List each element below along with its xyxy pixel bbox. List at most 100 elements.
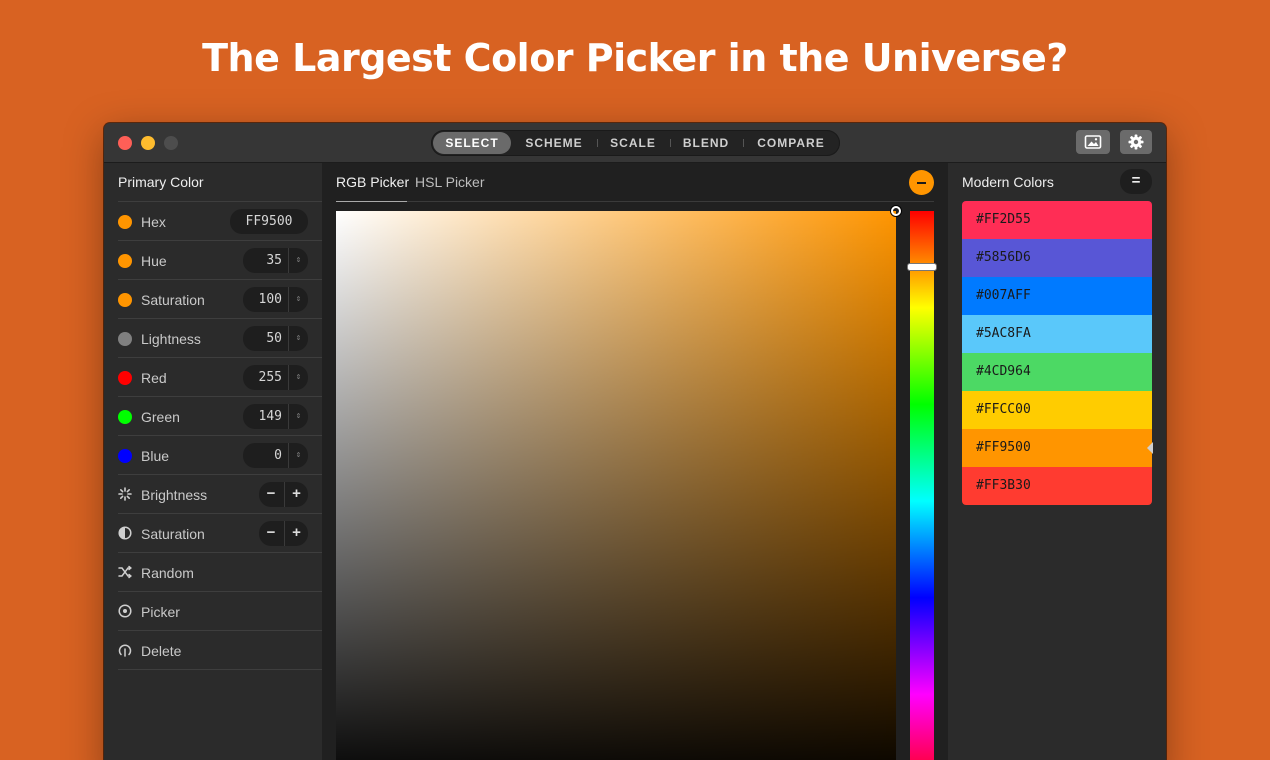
delete-icon: [118, 644, 132, 657]
picker-panel: RGB Picker HSL Picker: [322, 163, 948, 760]
target-icon: [118, 604, 132, 618]
random-row[interactable]: Random: [118, 553, 322, 592]
hue-input[interactable]: 35 ⇕: [243, 248, 308, 273]
segment-scale[interactable]: SCALE: [600, 132, 666, 154]
segment-blend[interactable]: BLEND: [673, 132, 739, 154]
segment-compare[interactable]: COMPARE: [746, 132, 836, 154]
blue-stepper[interactable]: ⇕: [288, 443, 308, 468]
image-button[interactable]: [1076, 130, 1110, 154]
saturation-input[interactable]: 100 ⇕: [243, 287, 308, 312]
hex-input[interactable]: FF9500: [230, 209, 308, 234]
blue-color-dot: [118, 449, 132, 463]
picker-row[interactable]: Picker: [118, 592, 322, 631]
palette-menu-button[interactable]: =: [1120, 169, 1152, 194]
hue-slider[interactable]: [910, 211, 934, 760]
red-value: 255: [258, 370, 282, 385]
hex-row: Hex FF9500: [118, 202, 322, 241]
blue-input[interactable]: 0 ⇕: [243, 443, 308, 468]
palette-panel: Modern Colors = #FF2D55 #5856D6 #007AFF …: [948, 163, 1166, 760]
tab-rgb-picker[interactable]: RGB Picker: [336, 174, 409, 190]
primary-color-sidebar: Primary Color Hex FF9500 Hue 35 ⇕ Satura…: [104, 163, 322, 760]
settings-button[interactable]: [1120, 130, 1152, 154]
lightness-input[interactable]: 50 ⇕: [243, 326, 308, 351]
hue-slider-handle[interactable]: [908, 264, 936, 270]
segment-select[interactable]: SELECT: [433, 132, 511, 154]
headline: The Largest Color Picker in the Universe…: [202, 36, 1068, 80]
swatch-ff3b30[interactable]: #FF3B30: [962, 467, 1152, 505]
delete-label: Delete: [141, 643, 182, 659]
contrast-icon: [118, 526, 132, 540]
lightness-label: Lightness: [141, 331, 201, 347]
palette-title: Modern Colors: [962, 174, 1054, 190]
green-value: 149: [258, 409, 282, 424]
shuffle-icon: [118, 565, 132, 579]
lightness-value: 50: [266, 331, 282, 346]
close-window-button[interactable]: [118, 136, 132, 150]
saturation-decrease-button[interactable]: −: [259, 521, 283, 546]
active-tab-indicator: [336, 201, 407, 202]
tab-hsl-picker[interactable]: HSL Picker: [415, 174, 485, 190]
red-input[interactable]: 255 ⇕: [243, 365, 308, 390]
brightness-stepper: − +: [259, 482, 308, 507]
hue-color-dot: [118, 254, 132, 268]
mode-segmented-control: SELECT SCHEME SCALE BLEND COMPARE: [431, 130, 840, 156]
brightness-increase-button[interactable]: +: [284, 482, 308, 507]
saturation-row: Saturation 100 ⇕: [118, 280, 322, 319]
green-stepper[interactable]: ⇕: [288, 404, 308, 429]
red-stepper[interactable]: ⇕: [288, 365, 308, 390]
red-row: Red 255 ⇕: [118, 358, 322, 397]
swatch-007aff[interactable]: #007AFF: [962, 277, 1152, 315]
saturation-color-dot: [118, 293, 132, 307]
saturation-stepper[interactable]: ⇕: [288, 287, 308, 312]
delete-row[interactable]: Delete: [118, 631, 322, 670]
saturation-adjust-row: Saturation − +: [118, 514, 322, 553]
lightness-stepper[interactable]: ⇕: [288, 326, 308, 351]
equals-icon: =: [1131, 172, 1141, 189]
saturation-label: Saturation: [141, 292, 205, 308]
segment-scheme[interactable]: SCHEME: [515, 132, 593, 154]
green-label: Green: [141, 409, 180, 425]
saturation-adjust-label: Saturation: [141, 526, 205, 542]
swatch-ff2d55[interactable]: #FF2D55: [962, 201, 1152, 239]
hex-label: Hex: [141, 214, 166, 230]
hue-stepper[interactable]: ⇕: [288, 248, 308, 273]
brightness-icon: [118, 487, 132, 501]
swatch-ff9500[interactable]: #FF9500: [962, 429, 1152, 467]
zoom-window-button[interactable]: [164, 136, 178, 150]
red-color-dot: [118, 371, 132, 385]
titlebar: SELECT SCHEME SCALE BLEND COMPARE: [104, 123, 1166, 163]
blue-row: Blue 0 ⇕: [118, 436, 322, 475]
swatch-ffcc00[interactable]: #FFCC00: [962, 391, 1152, 429]
random-label: Random: [141, 565, 194, 581]
green-row: Green 149 ⇕: [118, 397, 322, 436]
selected-swatch-marker: [1147, 442, 1153, 454]
hex-color-dot: [118, 215, 132, 229]
saturation-value: 100: [258, 292, 282, 307]
gear-icon: [1128, 134, 1144, 150]
swatch-4cd964[interactable]: #4CD964: [962, 353, 1152, 391]
swatch-5ac8fa[interactable]: #5AC8FA: [962, 315, 1152, 353]
saturation-adjust-stepper: − +: [259, 521, 308, 546]
saturation-value-field[interactable]: [336, 211, 896, 760]
brightness-row: Brightness − +: [118, 475, 322, 514]
lightness-row: Lightness 50 ⇕: [118, 319, 322, 358]
brightness-decrease-button[interactable]: −: [259, 482, 283, 507]
green-input[interactable]: 149 ⇕: [243, 404, 308, 429]
brightness-label: Brightness: [141, 487, 208, 503]
blue-label: Blue: [141, 448, 170, 464]
sidebar-title: Primary Color: [118, 174, 204, 190]
blue-value: 0: [274, 448, 282, 463]
swatch-5856d6[interactable]: #5856D6: [962, 239, 1152, 277]
hue-label: Hue: [141, 253, 167, 269]
saturation-value-handle[interactable]: [891, 206, 901, 216]
minimize-window-button[interactable]: [141, 136, 155, 150]
saturation-increase-button[interactable]: +: [284, 521, 308, 546]
current-color-minus-button[interactable]: [909, 170, 934, 195]
green-color-dot: [118, 410, 132, 424]
hue-value: 35: [266, 253, 282, 268]
app-window: SELECT SCHEME SCALE BLEND COMPARE Primar…: [104, 123, 1166, 760]
hue-row: Hue 35 ⇕: [118, 241, 322, 280]
red-label: Red: [141, 370, 167, 386]
picker-label: Picker: [141, 604, 180, 620]
palette-swatch-list: #FF2D55 #5856D6 #007AFF #5AC8FA #4CD964 …: [962, 201, 1152, 505]
